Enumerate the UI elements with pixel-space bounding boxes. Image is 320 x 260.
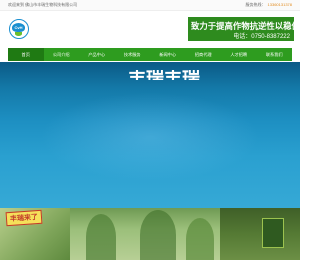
nav-item-jobs[interactable]: 人才招聘 [221, 48, 257, 61]
hero-banner[interactable]: 丰瑞丰瑞 [0, 62, 300, 208]
nav-item-news[interactable]: 新闻中心 [150, 48, 186, 61]
greenhouse-photo [220, 208, 300, 260]
nav-item-products[interactable]: 产品中心 [79, 48, 115, 61]
plant-image [86, 214, 116, 260]
plant-image [186, 218, 214, 260]
logo-text: CvH [14, 25, 23, 30]
product-package-image [262, 218, 284, 248]
site-header: CvH 致力于提高作物抗逆性以稳保丰收 电话：0750-8387222 [0, 11, 317, 47]
slogan-banner: 致力于提高作物抗逆性以稳保丰收 电话：0750-8387222 [188, 17, 317, 41]
banner-caption: 丰瑞来了 [5, 209, 43, 227]
plant-image [140, 210, 176, 260]
product-banner[interactable]: 丰瑞来了 [0, 208, 300, 260]
nav-item-home[interactable]: 首页 [8, 48, 44, 61]
hotline: 服务热线： 13360131378 [246, 2, 292, 8]
hotline-label: 服务热线： [245, 2, 266, 7]
nav-item-agency[interactable]: 招商代理 [186, 48, 222, 61]
nav-item-about[interactable]: 公司介绍 [44, 48, 80, 61]
banner-slogan: 丰瑞丰瑞 [128, 70, 200, 80]
top-bar: 欢迎来到 佛山市丰瑞生物科技有限公司 服务热线： 13360131378 [0, 0, 300, 11]
slogan-phone: 电话：0750-8387222 [233, 34, 290, 40]
nav-item-contact[interactable]: 联系我们 [257, 48, 293, 61]
hotline-number[interactable]: 13360131378 [268, 2, 292, 7]
company-logo[interactable]: CvH [9, 19, 29, 39]
welcome-text: 欢迎来到 佛山市丰瑞生物科技有限公司 [8, 2, 78, 7]
banner-glow [40, 92, 260, 182]
logo-leaf-icon [15, 32, 22, 36]
nav-item-tech-service[interactable]: 技术服务 [115, 48, 151, 61]
main-nav: 首页 公司介绍 产品中心 技术服务 新闻中心 招商代理 人才招聘 联系我们 [8, 48, 292, 61]
